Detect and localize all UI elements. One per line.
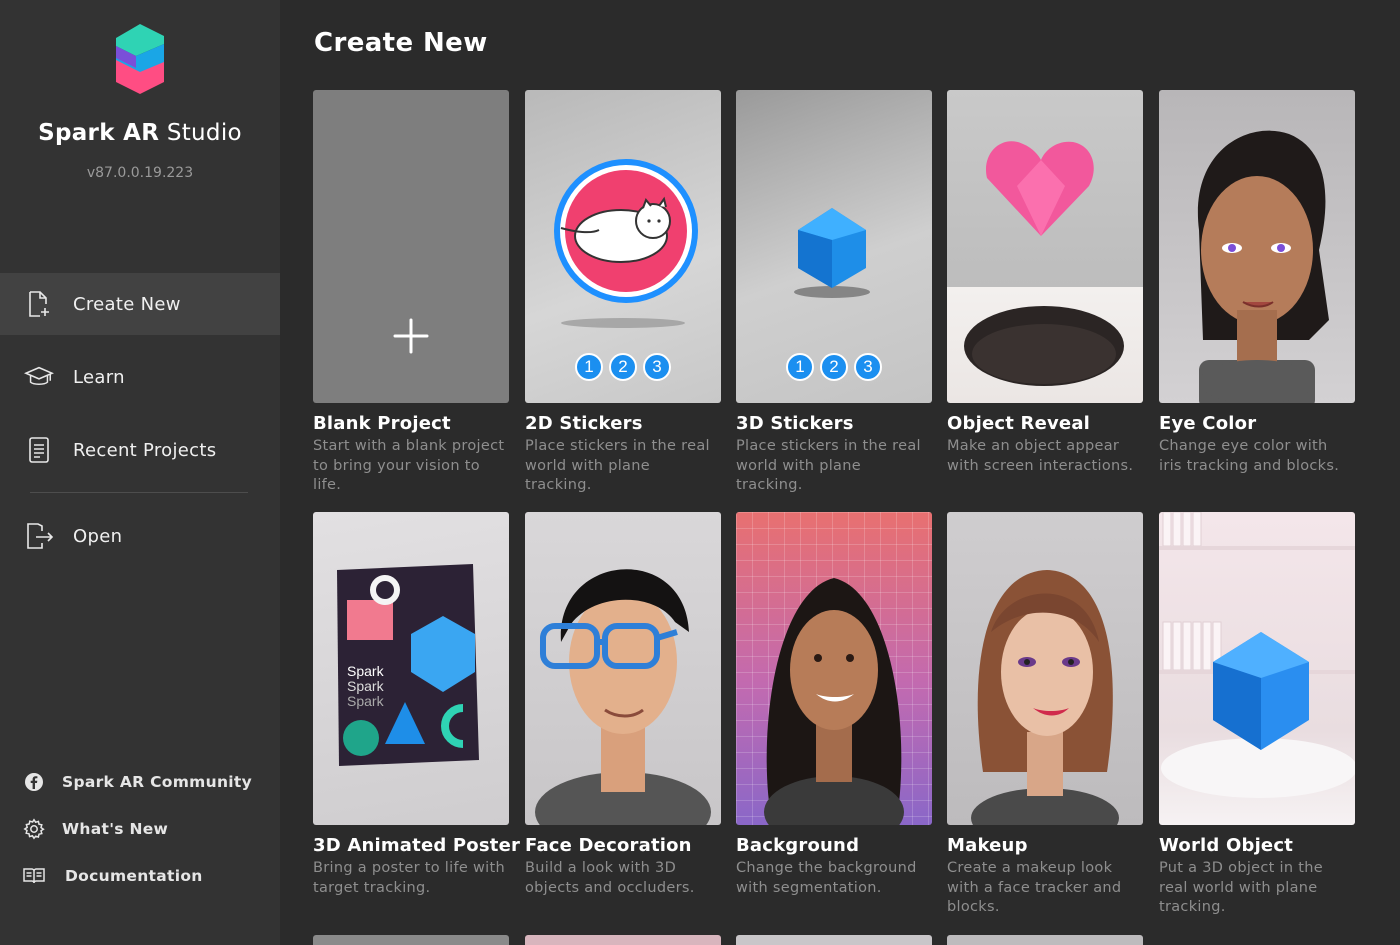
- shelf-and-gem-illustration: [1159, 512, 1355, 798]
- template-makeup[interactable]: Makeup Create a makeup look with a face …: [947, 512, 1143, 918]
- plus-icon: [393, 318, 429, 354]
- nav-learn[interactable]: Learn: [0, 346, 280, 408]
- nav-open[interactable]: Open: [0, 505, 280, 567]
- gear-icon: [22, 817, 46, 841]
- nav-divider: [30, 492, 248, 493]
- template-object-reveal[interactable]: Object Reveal Make an object appear with…: [947, 90, 1143, 476]
- template-background[interactable]: Background Change the background with se…: [736, 512, 932, 898]
- book-icon: [22, 864, 46, 888]
- template-title: 2D Stickers: [525, 413, 643, 434]
- template-thumbnail: [1159, 90, 1355, 403]
- template-title: 3D Stickers: [736, 413, 854, 434]
- template-description: Place stickers in the real world with pl…: [525, 438, 710, 493]
- step-3-badge: 3: [854, 353, 882, 381]
- nav-create-new[interactable]: Create New: [0, 273, 280, 335]
- footer-label: What's New: [62, 820, 169, 838]
- template-title: World Object: [1159, 835, 1294, 856]
- template-thumbnail: [736, 512, 932, 825]
- poster-illustration: [337, 564, 479, 766]
- step-2-badge: 2: [820, 353, 848, 381]
- documentation-link[interactable]: Documentation: [0, 861, 280, 891]
- poster-word: Spark: [347, 678, 384, 694]
- template-title: Background: [736, 835, 860, 856]
- template-thumbnail: [313, 90, 509, 403]
- template-title: 3D Animated Poster: [313, 835, 521, 856]
- template-eye-color[interactable]: Eye Color Change eye color with iris tra…: [1159, 90, 1355, 476]
- template-card-peek[interactable]: [736, 935, 932, 945]
- template-title: Eye Color: [1159, 413, 1257, 434]
- template-description: Put a 3D object in the real world with p…: [1159, 860, 1323, 915]
- template-description: Place stickers in the real world with pl…: [736, 438, 921, 493]
- template-card-peek[interactable]: [313, 935, 509, 945]
- graduation-cap-icon: [24, 362, 54, 392]
- page-title: Create New: [314, 28, 488, 58]
- template-3d-animated-poster[interactable]: Spark Spark Spark 3D Animated Poster Bri…: [313, 512, 521, 898]
- app-version: v87.0.0.19.223: [86, 165, 194, 181]
- step-1-badge: 1: [575, 353, 603, 381]
- open-file-icon: [24, 521, 54, 551]
- template-thumbnail: [525, 512, 721, 825]
- template-title: Makeup: [947, 835, 1028, 856]
- template-description: Change eye color with iris tracking and …: [1159, 438, 1340, 474]
- step-numbers: 1 2 3: [736, 353, 932, 381]
- nav-label: Create New: [73, 293, 181, 315]
- poster-word: Spark: [347, 663, 384, 679]
- template-face-decoration[interactable]: Face Decoration Build a look with 3D obj…: [525, 512, 721, 898]
- nav-recent-projects[interactable]: Recent Projects: [0, 419, 280, 481]
- nav-label: Recent Projects: [73, 439, 217, 461]
- template-3d-stickers[interactable]: 1 2 3 3D Stickers Place stickers in the …: [736, 90, 932, 496]
- heart-and-hole-illustration: [964, 141, 1124, 386]
- document-list-icon: [24, 435, 54, 465]
- template-thumbnail: 1 2 3: [525, 90, 721, 403]
- spark-ar-logo: [116, 24, 164, 94]
- template-thumbnail: 1 2 3: [736, 90, 932, 403]
- template-thumbnail: [947, 90, 1143, 403]
- app-name: Spark AR Studio: [38, 120, 242, 146]
- template-world-object[interactable]: World Object Put a 3D object in the real…: [1159, 512, 1355, 918]
- community-link[interactable]: Spark AR Community: [0, 767, 280, 797]
- template-thumbnail: Spark Spark Spark: [313, 512, 509, 825]
- template-description: Build a look with 3D objects and occlude…: [525, 860, 695, 896]
- step-numbers: 1 2 3: [525, 353, 721, 381]
- step-2-badge: 2: [609, 353, 637, 381]
- whats-new-link[interactable]: What's New: [0, 814, 280, 844]
- template-thumbnail: [947, 512, 1143, 825]
- template-2d-stickers[interactable]: 1 2 3 2D Stickers Place stickers in the …: [525, 90, 721, 496]
- nav-label: Open: [73, 525, 123, 547]
- footer-label: Spark AR Community: [62, 773, 253, 791]
- facebook-icon: [22, 770, 46, 794]
- template-title: Object Reveal: [947, 413, 1091, 434]
- template-title: Blank Project: [313, 413, 451, 434]
- template-thumbnail: [1159, 512, 1355, 825]
- template-card-peek[interactable]: [947, 935, 1143, 945]
- man-with-glasses-illustration: [535, 569, 711, 825]
- template-description: Create a makeup look with a face tracker…: [947, 860, 1122, 915]
- template-card-peek[interactable]: [525, 935, 721, 945]
- template-description: Make an object appear with screen intera…: [947, 438, 1134, 474]
- template-description: Change the background with segmentation.: [736, 860, 917, 896]
- template-description: Bring a poster to life with target track…: [313, 860, 505, 896]
- step-1-badge: 1: [786, 353, 814, 381]
- new-file-icon: [24, 289, 54, 319]
- template-description: Start with a blank project to bring your…: [313, 438, 505, 493]
- template-title: Face Decoration: [525, 835, 692, 856]
- woman-portrait-illustration: [1197, 130, 1329, 403]
- step-3-badge: 3: [643, 353, 671, 381]
- nav-label: Learn: [73, 366, 125, 388]
- woman-makeup-illustration: [971, 570, 1119, 825]
- sidebar: Spark AR Studio v87.0.0.19.223 Create Ne…: [0, 0, 280, 945]
- template-blank-project[interactable]: Blank Project Start with a blank project…: [313, 90, 509, 496]
- poster-text: Spark Spark Spark: [347, 664, 384, 709]
- footer-label: Documentation: [65, 867, 203, 885]
- poster-word: Spark: [347, 693, 384, 709]
- woman-portrait-illustration: [764, 578, 904, 825]
